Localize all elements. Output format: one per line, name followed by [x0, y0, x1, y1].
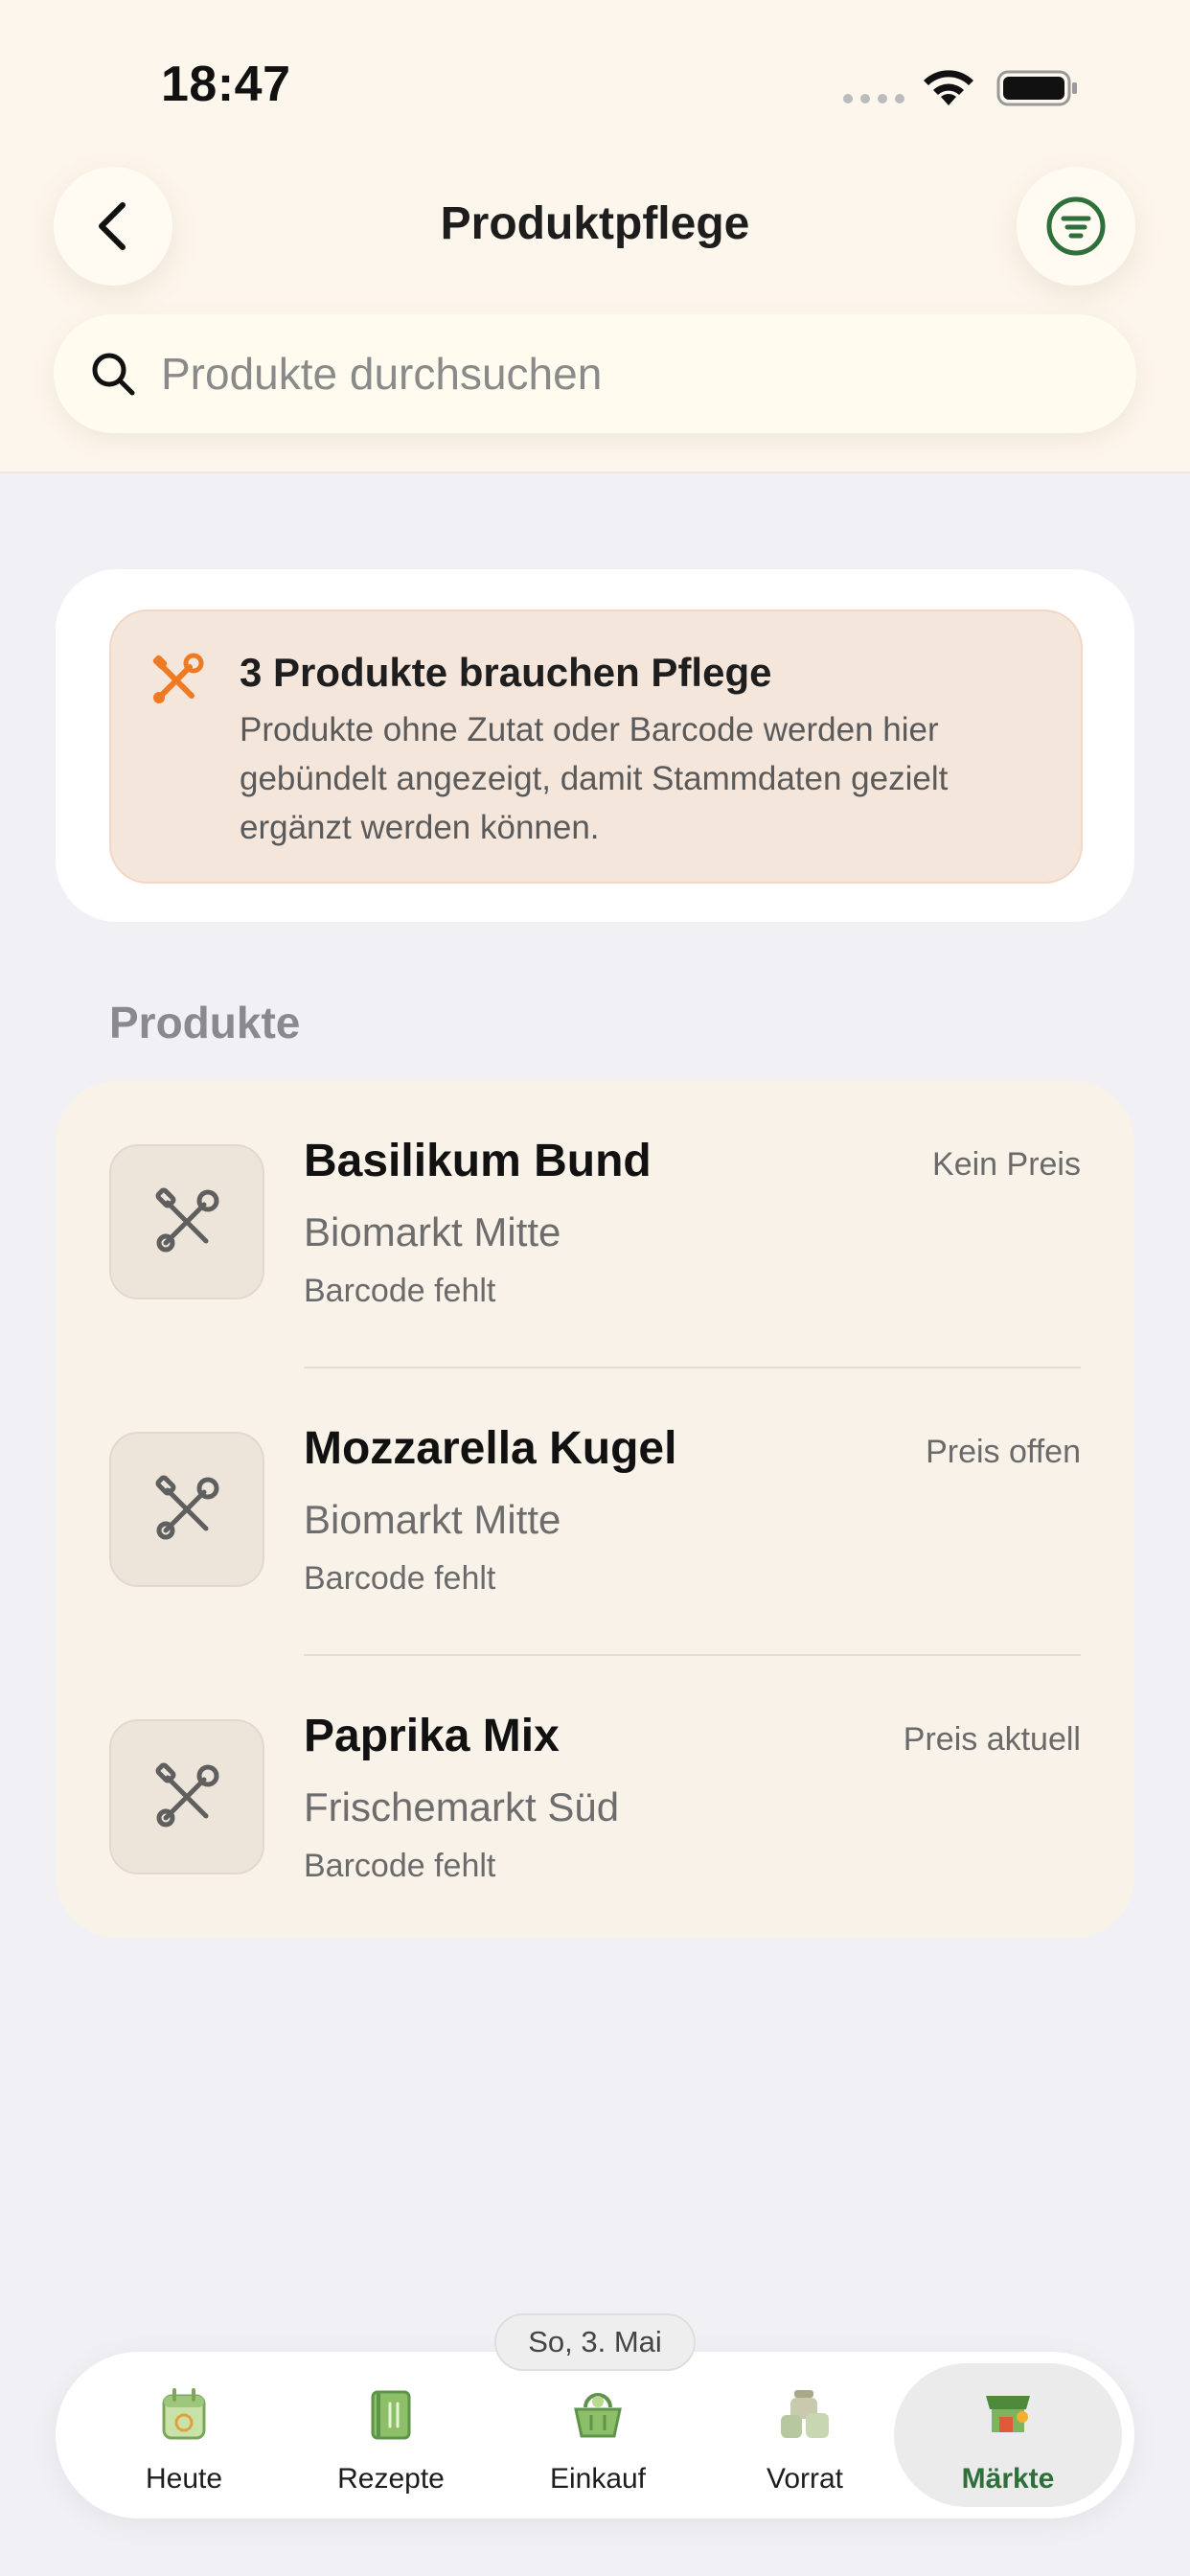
- tools-icon: [152, 653, 204, 703]
- info-title: 3 Produkte brauchen Pflege: [240, 650, 772, 695]
- calendar-icon: [162, 2388, 206, 2440]
- tab-bar: Heute Rezepte Einkauf Vorrat Märkte: [56, 2352, 1134, 2518]
- product-store: Biomarkt Mitte: [304, 1497, 561, 1542]
- search-bar[interactable]: [54, 314, 1136, 433]
- tools-icon: [155, 1475, 219, 1540]
- status-time: 18:47: [161, 57, 291, 112]
- recipe-book-icon: [371, 2390, 411, 2440]
- product-price-status: Preis aktuell: [903, 1721, 1081, 1758]
- product-store: Frischemarkt Süd: [304, 1784, 620, 1829]
- product-name: Paprika Mix: [304, 1711, 560, 1761]
- tab-label: Vorrat: [766, 2463, 844, 2495]
- product-name: Mozzarella Kugel: [304, 1423, 677, 1474]
- tools-icon: [155, 1187, 219, 1253]
- tab-vorrat[interactable]: Vorrat: [701, 2363, 908, 2507]
- tab-label: Rezepte: [337, 2463, 445, 2495]
- tab-label: Heute: [145, 2463, 223, 2495]
- product-thumbnail: [109, 1432, 264, 1587]
- care-notice: 3 Produkte brauchen Pflege Produkte ohne…: [109, 610, 1083, 884]
- product-status: Barcode fehlt: [304, 1560, 496, 1597]
- product-name: Basilikum Bund: [304, 1136, 652, 1186]
- tab-label: Märkte: [961, 2463, 1055, 2495]
- tab-rezepte[interactable]: Rezepte: [287, 2363, 494, 2507]
- product-status: Barcode fehlt: [304, 1848, 496, 1884]
- product-price-status: Preis offen: [926, 1434, 1081, 1470]
- product-thumbnail: [109, 1719, 264, 1874]
- tab-maerkte[interactable]: Märkte: [894, 2363, 1122, 2507]
- tab-label: Einkauf: [549, 2463, 647, 2495]
- product-store: Biomarkt Mitte: [304, 1209, 561, 1254]
- tab-einkauf[interactable]: Einkauf: [494, 2363, 701, 2507]
- list-item[interactable]: Mozzarella Kugel Biomarkt Mitte Barcode …: [56, 1368, 1134, 1656]
- battery-icon: [996, 70, 1077, 106]
- product-list: Basilikum Bund Biomarkt Mitte Barcode fe…: [56, 1081, 1134, 1938]
- filter-button[interactable]: [1017, 167, 1135, 286]
- product-price-status: Kein Preis: [932, 1146, 1081, 1183]
- info-card: 3 Produkte brauchen Pflege Produkte ohne…: [56, 569, 1134, 922]
- section-header-products: Produkte: [109, 998, 301, 1047]
- list-item[interactable]: Paprika Mix Frischemarkt Süd Barcode feh…: [56, 1656, 1134, 1944]
- search-icon: [92, 353, 135, 396]
- filter-lines-icon: [1046, 196, 1106, 256]
- product-status: Barcode fehlt: [304, 1273, 496, 1309]
- basket-icon: [574, 2393, 622, 2438]
- tab-heute[interactable]: Heute: [80, 2363, 287, 2507]
- jars-icon: [781, 2390, 829, 2438]
- market-stall-icon: [986, 2396, 1030, 2432]
- date-pill[interactable]: So, 3. Mai: [494, 2313, 696, 2371]
- info-description: Produkte ohne Zutat oder Barcode werden …: [240, 711, 949, 846]
- list-item[interactable]: Basilikum Bund Biomarkt Mitte Barcode fe…: [56, 1081, 1134, 1368]
- wifi-icon: [924, 70, 973, 105]
- tools-icon: [155, 1762, 219, 1828]
- page-title: Produktpflege: [440, 198, 750, 249]
- cellular-signal-icon: [843, 94, 904, 104]
- product-thumbnail: [109, 1144, 264, 1300]
- search-input[interactable]: [159, 347, 1083, 401]
